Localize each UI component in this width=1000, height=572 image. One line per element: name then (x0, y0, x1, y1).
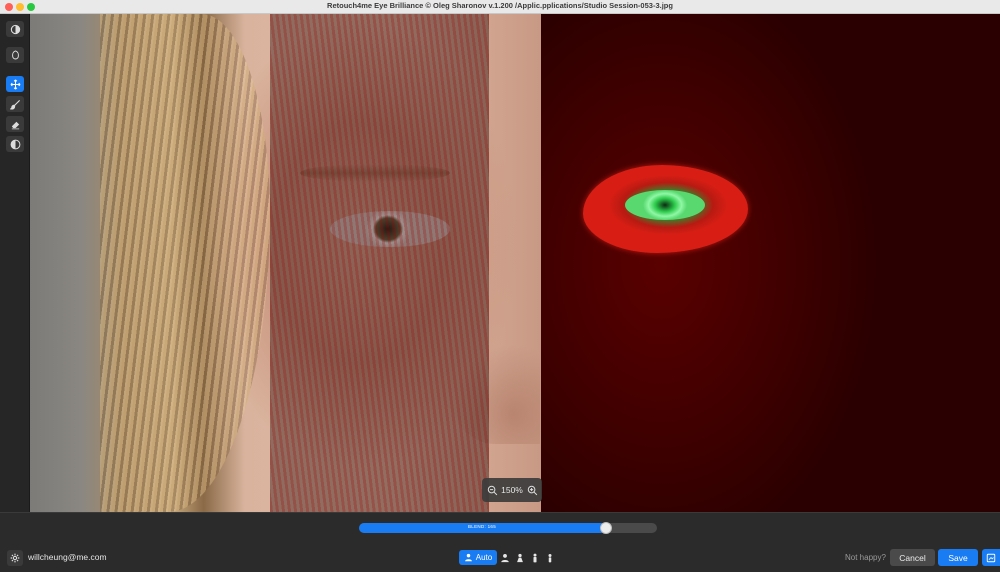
not-happy-link[interactable]: Not happy? (845, 553, 886, 562)
iris-mask-overlay (625, 190, 705, 220)
export-icon (986, 553, 996, 562)
zoom-control: 150% (482, 478, 542, 502)
title-bar: Retouch4me Eye Brilliance © Oleg Sharono… (0, 0, 1000, 14)
window-title: Retouch4me Eye Brilliance © Oleg Sharono… (327, 1, 673, 10)
compare-icon (10, 24, 20, 34)
bottom-bar: willcheung@me.com Auto Not happy? Cancel… (0, 543, 1000, 572)
auto-label: Auto (475, 553, 493, 562)
zoom-level: 150% (501, 485, 523, 495)
person-icon (501, 553, 509, 562)
save-button[interactable]: Save (938, 549, 978, 566)
blend-bar: BLEND: 165 (0, 512, 1000, 543)
brush-icon (9, 99, 20, 110)
zoom-in-button[interactable] (526, 484, 538, 496)
brush-tool-button[interactable] (6, 96, 24, 112)
man-icon (533, 553, 537, 562)
person-icon (464, 553, 472, 562)
settings-button[interactable] (7, 550, 23, 566)
subject-selector: Auto (459, 550, 557, 565)
export-button[interactable] (982, 549, 1000, 566)
child-subject-button[interactable] (543, 550, 557, 565)
eraser-icon (11, 121, 19, 129)
contrast-tool-button[interactable] (6, 136, 24, 152)
app-window: Retouch4me Eye Brilliance © Oleg Sharono… (0, 0, 1000, 572)
move-icon (10, 79, 20, 89)
contrast-icon (10, 139, 20, 149)
zoom-in-icon (527, 485, 537, 495)
man-subject-button[interactable] (528, 550, 542, 565)
account-email: willcheung@me.com (28, 552, 107, 562)
eraser-tool-button[interactable] (6, 116, 24, 132)
compare-tool-button[interactable] (6, 21, 24, 37)
child-icon (548, 553, 552, 562)
mask-preview (541, 14, 1000, 512)
woman-icon (517, 553, 523, 562)
zoom-out-icon (487, 485, 497, 495)
image-canvas[interactable] (30, 14, 1000, 512)
blend-slider-thumb[interactable] (600, 522, 613, 534)
mask-hair-region (270, 14, 489, 512)
auto-subject-button[interactable]: Auto (459, 550, 497, 565)
blend-label: BLEND: 165 (467, 524, 496, 529)
mask-tool-button[interactable] (6, 47, 24, 63)
woman-subject-button[interactable] (513, 550, 527, 565)
move-tool-button[interactable] (6, 76, 24, 92)
gear-icon (10, 553, 20, 563)
person-subject-button[interactable] (498, 550, 512, 565)
zoom-out-button[interactable] (486, 484, 498, 496)
cancel-button[interactable]: Cancel (890, 549, 935, 566)
left-toolbar (0, 14, 30, 512)
mask-icon (11, 49, 19, 59)
blend-slider[interactable]: BLEND: 165 (359, 522, 657, 534)
